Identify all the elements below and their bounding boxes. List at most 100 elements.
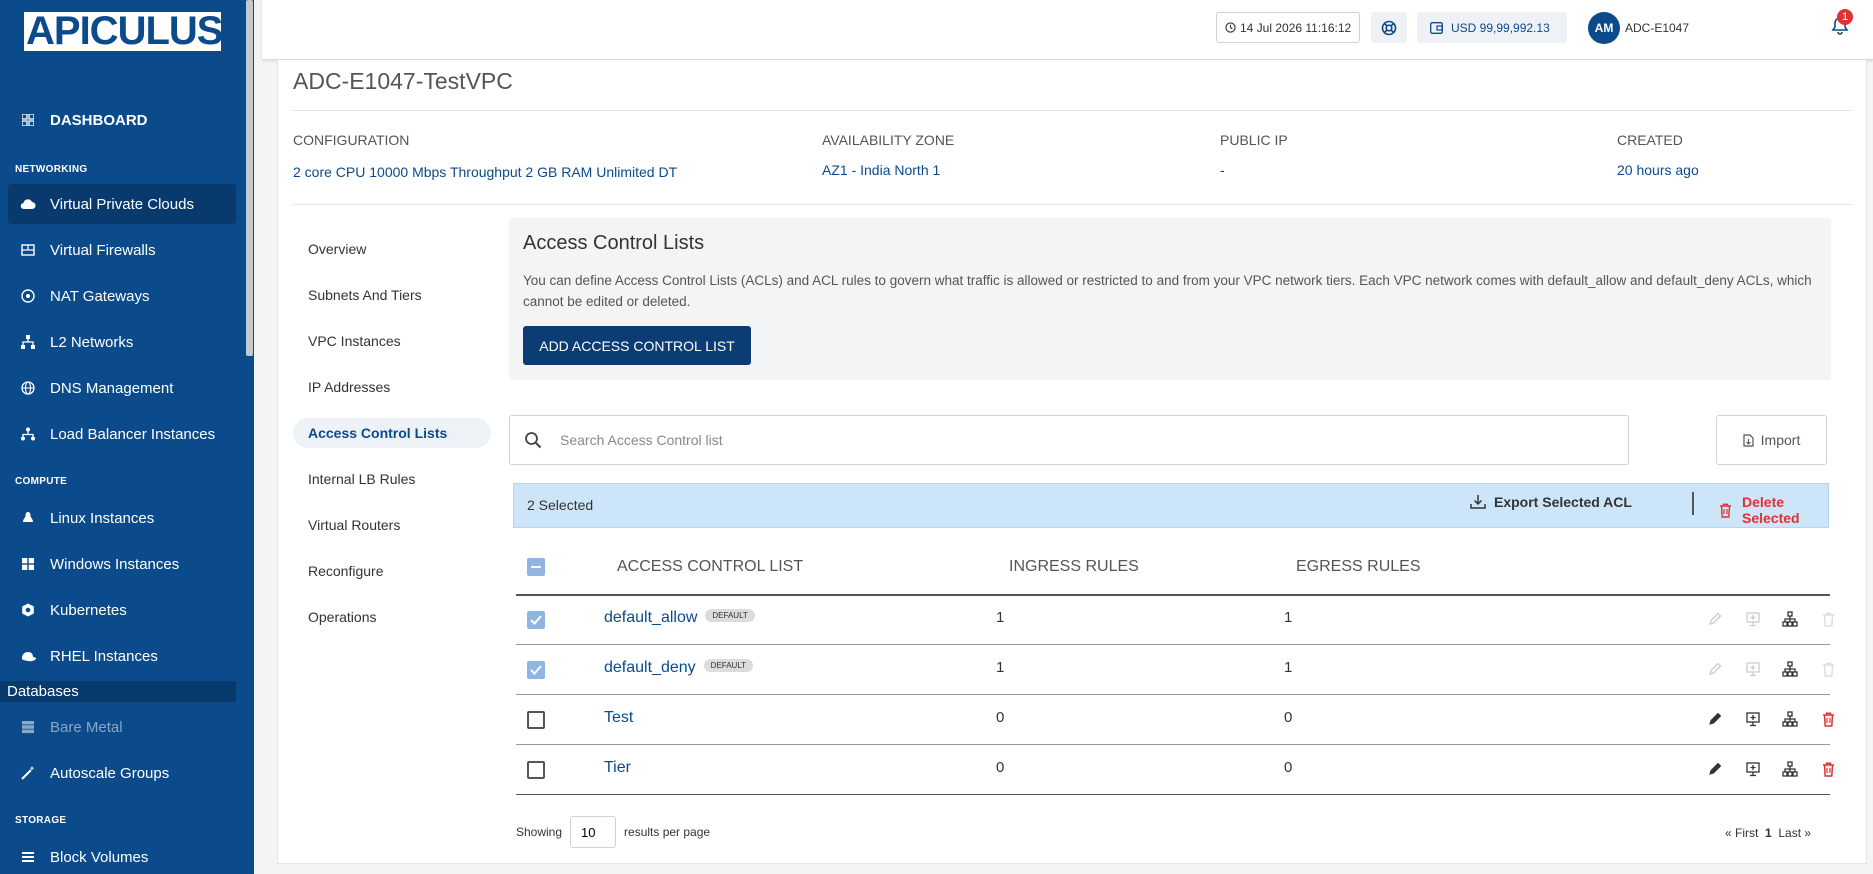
select-all-checkbox[interactable] xyxy=(527,558,545,576)
row-checkbox[interactable] xyxy=(527,661,545,679)
delete-icon[interactable] xyxy=(1818,759,1838,779)
magic-wand-icon xyxy=(20,765,36,781)
network-rules-icon[interactable] xyxy=(1780,609,1800,629)
sidebar-item-autoscale[interactable]: Autoscale Groups xyxy=(8,753,236,793)
delete-icon xyxy=(1818,609,1838,629)
row-divider xyxy=(516,644,1830,645)
acl-search-box[interactable] xyxy=(509,415,1629,465)
download-icon xyxy=(1470,494,1486,510)
showing-label: Showing xyxy=(516,825,563,839)
notification-badge: 1 xyxy=(1837,9,1853,25)
table-row-name[interactable]: Test xyxy=(604,709,633,727)
tab-vpc-instances[interactable]: VPC Instances xyxy=(293,326,491,356)
edit-icon[interactable] xyxy=(1705,759,1725,779)
sidebar-item-kubernetes[interactable]: Kubernetes xyxy=(8,590,236,630)
selection-toolbar: 2 Selected Export Selected ACL Delete Se… xyxy=(513,483,1829,528)
kubernetes-icon xyxy=(20,602,36,618)
add-acl-button[interactable]: ADD ACCESS CONTROL LIST xyxy=(523,326,751,365)
tab-internal-lb-rules[interactable]: Internal LB Rules xyxy=(293,464,491,494)
user-name[interactable]: ADC-E1047 xyxy=(1625,21,1689,35)
sidebar-item-linux[interactable]: Linux Instances xyxy=(8,498,236,538)
nat-gateway-icon xyxy=(20,288,36,304)
configuration-label: CONFIGURATION xyxy=(293,132,410,148)
add-rule-icon[interactable] xyxy=(1743,709,1763,729)
user-avatar[interactable]: AM xyxy=(1588,12,1620,44)
export-selected-button[interactable]: Export Selected ACL xyxy=(1470,494,1632,510)
acl-description: You can define Access Control Lists (ACL… xyxy=(523,273,1812,309)
delete-icon[interactable] xyxy=(1818,709,1838,729)
results-per-page-label: results per page xyxy=(624,825,711,839)
sidebar-item-block-volumes[interactable]: Block Volumes xyxy=(8,837,236,874)
pager-last[interactable]: Last » xyxy=(1778,826,1811,840)
windows-icon xyxy=(20,556,36,572)
trash-icon xyxy=(1719,503,1732,518)
sidebar-item-label: Virtual Firewalls xyxy=(50,241,156,259)
sidebar-scrollbar-thumb[interactable] xyxy=(246,0,253,356)
import-button[interactable]: Import xyxy=(1716,415,1827,465)
network-rules-icon[interactable] xyxy=(1780,709,1800,729)
acl-name-text[interactable]: Tier xyxy=(604,759,631,776)
acl-search-input[interactable] xyxy=(560,432,1460,448)
sidebar-item-nat[interactable]: NAT Gateways xyxy=(8,276,236,316)
per-page-input[interactable] xyxy=(570,816,617,848)
table-row-name[interactable]: default_deny DEFAULT xyxy=(604,659,754,677)
sidebar-item-dashboard[interactable]: DASHBOARD xyxy=(8,100,236,140)
network-rules-icon[interactable] xyxy=(1780,659,1800,679)
delete-selected-button[interactable]: Delete Selected xyxy=(1719,494,1828,526)
row-checkbox[interactable] xyxy=(527,711,545,729)
sidebar-item-windows[interactable]: Windows Instances xyxy=(8,544,236,584)
pager-first[interactable]: « First xyxy=(1725,826,1758,840)
server-icon xyxy=(20,719,36,735)
col-acl[interactable]: ACCESS CONTROL LIST xyxy=(617,558,803,576)
created-value: 20 hours ago xyxy=(1617,162,1699,178)
wallet-balance[interactable]: USD 99,99,992.13 xyxy=(1417,12,1567,43)
row-checkbox[interactable] xyxy=(527,761,545,779)
sidebar-item-firewalls[interactable]: Virtual Firewalls xyxy=(8,230,236,270)
col-ingress[interactable]: INGRESS RULES xyxy=(1009,558,1139,576)
lifebuoy-icon xyxy=(1381,20,1397,36)
apiculus-logo[interactable]: APICULUS xyxy=(24,11,223,51)
acl-info-panel: Access Control Lists You can define Acce… xyxy=(509,218,1831,380)
tab-subnets[interactable]: Subnets And Tiers xyxy=(293,280,491,310)
support-button[interactable] xyxy=(1371,12,1407,43)
add-rule-icon[interactable] xyxy=(1743,759,1763,779)
grid-icon xyxy=(20,112,36,128)
tab-overview[interactable]: Overview xyxy=(293,234,491,264)
tab-access-control-lists[interactable]: Access Control Lists xyxy=(293,418,491,448)
sidebar-item-lb[interactable]: Load Balancer Instances xyxy=(8,414,236,454)
row-checkbox[interactable] xyxy=(527,611,545,629)
sidebar-item-bare-metal[interactable]: Bare Metal xyxy=(8,707,236,747)
sidebar-item-dns[interactable]: DNS Management xyxy=(8,368,236,408)
col-egress[interactable]: EGRESS RULES xyxy=(1296,558,1420,576)
sidebar-item-databases[interactable]: Databases xyxy=(0,681,236,702)
toolbar-divider xyxy=(1692,492,1694,515)
sidebar-item-vpc[interactable]: Virtual Private Clouds xyxy=(8,184,236,224)
configuration-value[interactable]: 2 core CPU 10000 Mbps Throughput 2 GB RA… xyxy=(293,164,677,180)
acl-name-text[interactable]: Test xyxy=(604,709,633,726)
tab-operations[interactable]: Operations xyxy=(293,602,491,632)
section-storage: STORAGE xyxy=(15,815,67,826)
section-compute: COMPUTE xyxy=(15,476,68,487)
network-rules-icon[interactable] xyxy=(1780,759,1800,779)
ingress-count: 1 xyxy=(996,609,1005,626)
az-value[interactable]: AZ1 - India North 1 xyxy=(822,162,940,178)
tab-ip-addresses[interactable]: IP Addresses xyxy=(293,372,491,402)
egress-count: 1 xyxy=(1284,659,1293,676)
az-label: AVAILABILITY ZONE xyxy=(822,132,955,148)
acl-name-text[interactable]: default_deny xyxy=(604,659,696,676)
tab-virtual-routers[interactable]: Virtual Routers xyxy=(293,510,491,540)
pager-current-page[interactable]: 1 xyxy=(1765,826,1772,840)
acl-name-text[interactable]: default_allow xyxy=(604,609,697,626)
table-row-name[interactable]: default_allow DEFAULT xyxy=(604,609,755,627)
import-label: Import xyxy=(1760,432,1801,448)
page-title: ADC-E1047-TestVPC xyxy=(293,68,513,94)
sidebar-item-rhel[interactable]: RHEL Instances xyxy=(8,636,236,676)
edit-icon[interactable] xyxy=(1705,709,1725,729)
network-icon xyxy=(20,334,36,350)
table-row-name[interactable]: Tier xyxy=(604,759,631,777)
tab-reconfigure[interactable]: Reconfigure xyxy=(293,556,491,586)
add-rule-icon xyxy=(1743,659,1763,679)
sidebar-item-l2[interactable]: L2 Networks xyxy=(8,322,236,362)
sidebar-item-label: Kubernetes xyxy=(50,601,127,619)
pagination-size: Showing results per page xyxy=(516,816,710,848)
